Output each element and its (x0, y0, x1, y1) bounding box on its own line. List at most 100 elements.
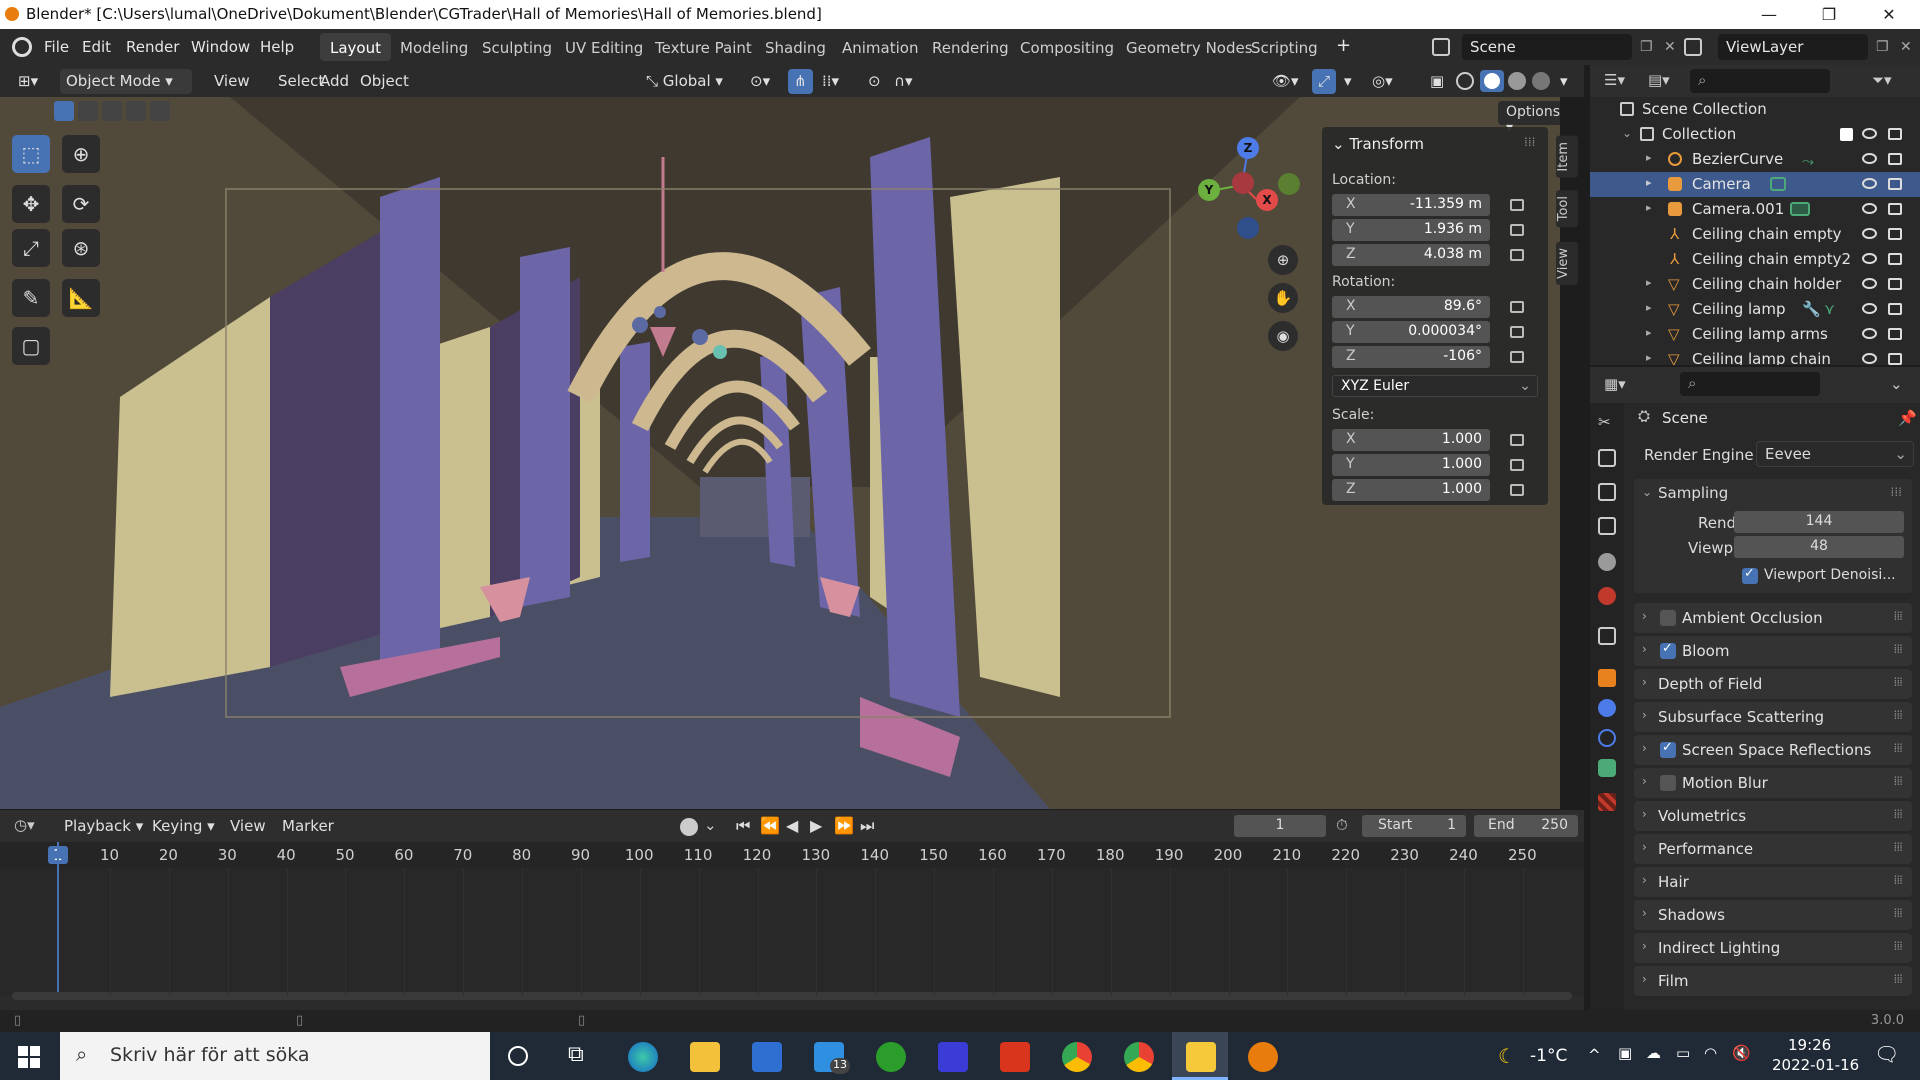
tab-compositing[interactable]: Compositing (1010, 33, 1124, 61)
clock-time[interactable]: 19:26 (1788, 1036, 1831, 1054)
add-cube-tool-icon[interactable]: ▢ (12, 327, 50, 365)
eye-icon[interactable] (1862, 128, 1877, 139)
prev-keyframe-icon[interactable]: ⏪ (760, 816, 780, 835)
viewport-denoise-checkbox[interactable] (1742, 566, 1758, 584)
viewport-menu-add[interactable]: Add (314, 69, 355, 94)
panel-drag-icon[interactable]: ⁞⁞⁞ (1894, 939, 1904, 953)
menu-edit[interactable]: Edit (82, 38, 111, 56)
camera-restrict-icon[interactable] (1888, 228, 1902, 240)
timeline-editor-icon[interactable]: ◷▾ (14, 816, 35, 834)
menu-file[interactable]: File (44, 38, 69, 56)
constraints-tab-icon[interactable] (1598, 729, 1616, 747)
expand-arrow-icon[interactable]: ▸ (1646, 176, 1652, 189)
expand-arrow-icon[interactable]: › (1642, 708, 1647, 722)
camera-restrict-icon[interactable] (1888, 153, 1902, 165)
gizmo-neg-x-axis[interactable] (1232, 172, 1254, 194)
tab-animation[interactable]: Animation (832, 33, 928, 61)
camera-restrict-icon[interactable] (1888, 253, 1902, 265)
panel-drag-icon[interactable]: ⁞⁞⁞ (1894, 873, 1904, 887)
proportional-edit-icon[interactable]: ⊙ (862, 69, 887, 94)
tab-scripting[interactable]: Scripting (1241, 33, 1328, 61)
clock-date[interactable]: 2022-01-16 (1772, 1056, 1859, 1074)
eye-icon[interactable] (1862, 178, 1877, 189)
gizmo-toggle-icon[interactable]: ⤢ (1312, 69, 1337, 94)
render-engine-dropdown[interactable]: Eevee ⌄ (1756, 441, 1914, 467)
expand-arrow-icon[interactable]: › (1642, 939, 1647, 953)
select-new-icon[interactable] (54, 101, 74, 121)
expand-arrow-icon[interactable]: › (1642, 675, 1647, 689)
expand-arrow-icon[interactable]: › (1642, 873, 1647, 887)
task-view-icon[interactable]: ⧉ (568, 1042, 584, 1067)
editor-type-icon[interactable]: ⊞▾ (12, 69, 48, 94)
timeline-menu-view[interactable]: View (224, 814, 272, 839)
lock-icon[interactable] (1510, 351, 1524, 363)
view-layer-tab-icon[interactable] (1598, 517, 1616, 535)
gizmo-neg-y-axis[interactable] (1278, 173, 1300, 195)
expand-arrow-icon[interactable]: › (1642, 609, 1647, 623)
blender-menu-icon[interactable] (12, 37, 32, 57)
eye-icon[interactable] (1862, 278, 1877, 289)
record-menu-icon[interactable]: ⌄ (704, 816, 717, 834)
outliner-editor-icon[interactable]: ☰▾ (1604, 71, 1625, 89)
snap-toggle-icon[interactable]: ⋔ (788, 69, 813, 94)
outliner-item[interactable]: ▸ ▽ Ceiling lamp arms (1590, 322, 1920, 347)
current-frame-field[interactable]: 1 (1234, 815, 1326, 837)
sidebar-tab-tool[interactable]: Tool (1556, 190, 1578, 228)
volume-icon[interactable]: 🔇 (1732, 1044, 1751, 1062)
transform-header[interactable]: ⌄ Transform (1332, 135, 1424, 153)
minimize-button[interactable]: — (1746, 0, 1792, 29)
gizmo-z-axis[interactable]: Z (1237, 137, 1259, 159)
render-panel-screen-space-reflections[interactable]: › Screen Space Reflections ⁞⁞⁞ (1634, 735, 1912, 765)
timeline-menu-marker[interactable]: Marker (276, 814, 340, 839)
pin-icon[interactable]: 📌 (1898, 409, 1917, 427)
outliner-search-input[interactable]: ⌕ (1690, 69, 1830, 93)
visibility-icon[interactable]: 👁▾ (1266, 69, 1305, 94)
pan-hand-icon[interactable]: ✋ (1268, 283, 1298, 313)
eye-icon[interactable] (1862, 228, 1877, 239)
panel-drag-icon[interactable]: ⁞⁞⁞ (1894, 774, 1904, 788)
play-icon[interactable]: ▶ (810, 816, 822, 835)
lock-icon[interactable] (1510, 249, 1524, 261)
shading-menu-icon[interactable]: ▾ (1554, 69, 1574, 94)
rotation-x-field[interactable]: X 89.6° (1332, 296, 1490, 318)
tab-layout[interactable]: Layout (320, 33, 391, 61)
outliner-scene-collection[interactable]: Scene Collection (1590, 97, 1920, 122)
close-button[interactable]: ✕ (1866, 0, 1912, 29)
panel-drag-icon[interactable]: ⁞⁞⁞ (1891, 485, 1902, 499)
render-panel-shadows[interactable]: › Shadows ⁞⁞⁞ (1634, 900, 1912, 930)
sticky-notes-icon[interactable] (1186, 1042, 1216, 1072)
viewlayer-icon[interactable] (1684, 38, 1702, 56)
zoom-icon[interactable]: ⊕ (1268, 245, 1298, 275)
cursor-tool-icon[interactable]: ⊕ (62, 135, 100, 173)
affinity-icon[interactable] (938, 1042, 968, 1072)
expand-arrow-icon[interactable]: ⌄ (1622, 126, 1632, 140)
timeline-menu-playback[interactable]: Playback ▾ (58, 814, 149, 839)
solid-shading-button[interactable] (1480, 70, 1504, 92)
camera-data-icon[interactable] (1770, 177, 1786, 191)
world-tab-icon[interactable] (1598, 587, 1616, 605)
scale-z-field[interactable]: Z 1.000 (1332, 479, 1490, 501)
gizmo-x-axis[interactable]: X (1256, 189, 1278, 211)
render-panel-bloom[interactable]: › Bloom ⁞⁞⁞ (1634, 636, 1912, 666)
curve-data-icon[interactable]: ⤳ (1802, 152, 1814, 170)
expand-arrow-icon[interactable]: ▸ (1646, 151, 1652, 164)
expand-arrow-icon[interactable]: › (1642, 906, 1647, 920)
viewport-menu-view[interactable]: View (208, 69, 256, 94)
cloud-icon[interactable]: ☁ (1646, 1044, 1661, 1062)
panel-drag-icon[interactable]: ⁞⁞⁞ (1894, 972, 1904, 986)
tool-tab-icon[interactable]: ✂ (1598, 413, 1616, 431)
render-samples-field[interactable]: 144 (1734, 511, 1904, 533)
falloff-icon[interactable]: ∩▾ (888, 69, 919, 94)
chrome-profile-icon[interactable] (1124, 1042, 1154, 1072)
outliner-item[interactable]: ⅄ Ceiling chain empty2 (1590, 247, 1920, 272)
expand-arrow-icon[interactable]: › (1642, 840, 1647, 854)
viewport-menu-object[interactable]: Object (354, 69, 415, 94)
camera-restrict-icon[interactable] (1888, 203, 1902, 215)
xray-icon[interactable]: ▣ (1424, 69, 1450, 94)
tab-uv-editing[interactable]: UV Editing (555, 33, 653, 61)
outliner-item[interactable]: ▸ Camera (1590, 172, 1920, 197)
taskbar-search-box[interactable]: ⌕ Skriv här för att söka (60, 1032, 490, 1080)
expand-arrow-icon[interactable]: › (1642, 807, 1647, 821)
expand-arrow-icon[interactable]: ▸ (1646, 326, 1652, 339)
scale-x-field[interactable]: X 1.000 (1332, 429, 1490, 451)
